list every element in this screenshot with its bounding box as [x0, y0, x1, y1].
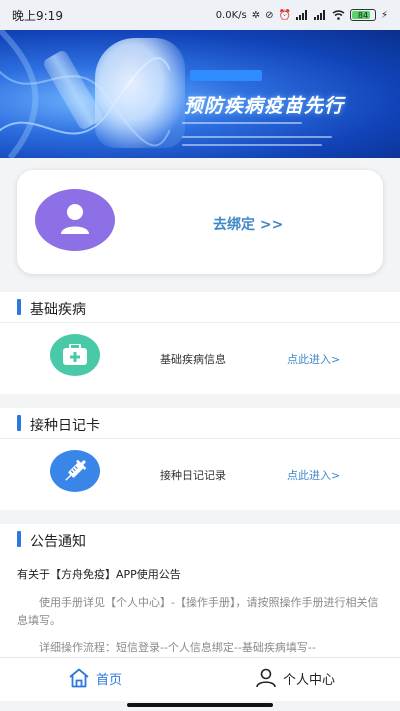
home-indicator[interactable] — [127, 703, 273, 707]
notice-paragraph: 详细操作流程：短信登录--个人信息绑定--基础疾病填写-- — [39, 641, 316, 654]
notice-item-title[interactable]: 有关于【方舟免疫】APP使用公告 — [17, 566, 181, 582]
section-title: 接种日记卡 — [30, 418, 100, 434]
notice-paragraph: 使用手册详见【个人中心】-【操作手册】，请按照操作手册进行相关信息填写。 — [17, 596, 379, 627]
person-icon — [256, 668, 276, 688]
syringe-icon — [50, 450, 100, 492]
section-header-notice: 公告通知 — [0, 524, 400, 554]
bind-link[interactable]: 去绑定 >> — [213, 214, 283, 234]
section-title: 公告通知 — [30, 534, 86, 550]
section-accent-bar — [17, 531, 21, 547]
tab-profile-label: 个人中心 — [283, 672, 336, 688]
vaccine-entry-row[interactable]: 接种日记记录 点此进入> — [0, 438, 400, 510]
banner-body-line — [182, 144, 322, 146]
wifi-icon — [332, 10, 345, 20]
user-avatar-icon — [61, 204, 89, 234]
signal-icon — [295, 10, 307, 20]
net-speed: 0.0K/s — [215, 9, 247, 21]
disease-info-label: 基础疾病信息 — [160, 353, 226, 366]
bind-card[interactable]: 去绑定 >> — [17, 170, 383, 274]
banner-subtitle-line — [182, 122, 302, 124]
tab-home[interactable]: 首页 — [68, 668, 122, 688]
bluetooth-icon: ✲ — [251, 9, 261, 21]
vaccine-banner[interactable]: 预防疾病疫苗先行 — [0, 30, 400, 158]
home-icon — [69, 668, 89, 688]
section-title: 基础疾病 — [30, 302, 86, 318]
medical-kit-icon — [50, 334, 100, 376]
signal-icon — [313, 10, 325, 20]
vaccine-enter-link[interactable]: 点此进入> — [287, 467, 340, 483]
gloved-hand-graphic — [95, 38, 185, 148]
section-accent-bar — [17, 415, 21, 431]
battery-icon: 84 — [349, 9, 376, 21]
section-header-vaccine: 接种日记卡 — [0, 408, 400, 438]
disease-entry-row[interactable]: 基础疾病信息 点此进入> — [0, 322, 400, 394]
status-time: 晚上9:19 — [12, 8, 63, 23]
charging-icon: ⚡ — [380, 9, 388, 21]
avatar[interactable] — [35, 189, 115, 251]
vaccine-record-label: 接种日记记录 — [160, 469, 226, 482]
section-header-disease: 基础疾病 — [0, 292, 400, 322]
mute-icon: ⊘ — [265, 9, 274, 21]
bottom-tab-bar: 首页 个人中心 — [0, 657, 400, 701]
tab-profile[interactable]: 个人中心 — [255, 668, 335, 688]
banner-title: 预防疾病疫苗先行 — [184, 95, 345, 117]
tab-home-label: 首页 — [96, 672, 123, 688]
section-accent-bar — [17, 299, 21, 315]
battery-level: 84 — [357, 10, 369, 20]
notice-section: 公告通知 有关于【方舟免疫】APP使用公告 使用手册详见【个人中心】-【操作手册… — [0, 524, 400, 657]
disease-enter-link[interactable]: 点此进入> — [287, 351, 340, 367]
banner-body-line — [182, 136, 332, 138]
banner-tag — [190, 70, 262, 81]
alarm-icon: ⏰ — [278, 9, 291, 21]
status-icons: 0.0K/s ✲ ⊘ ⏰ 84 ⚡ — [216, 9, 388, 21]
status-bar: 晚上9:19 0.0K/s ✲ ⊘ ⏰ 84 ⚡ — [0, 0, 400, 30]
